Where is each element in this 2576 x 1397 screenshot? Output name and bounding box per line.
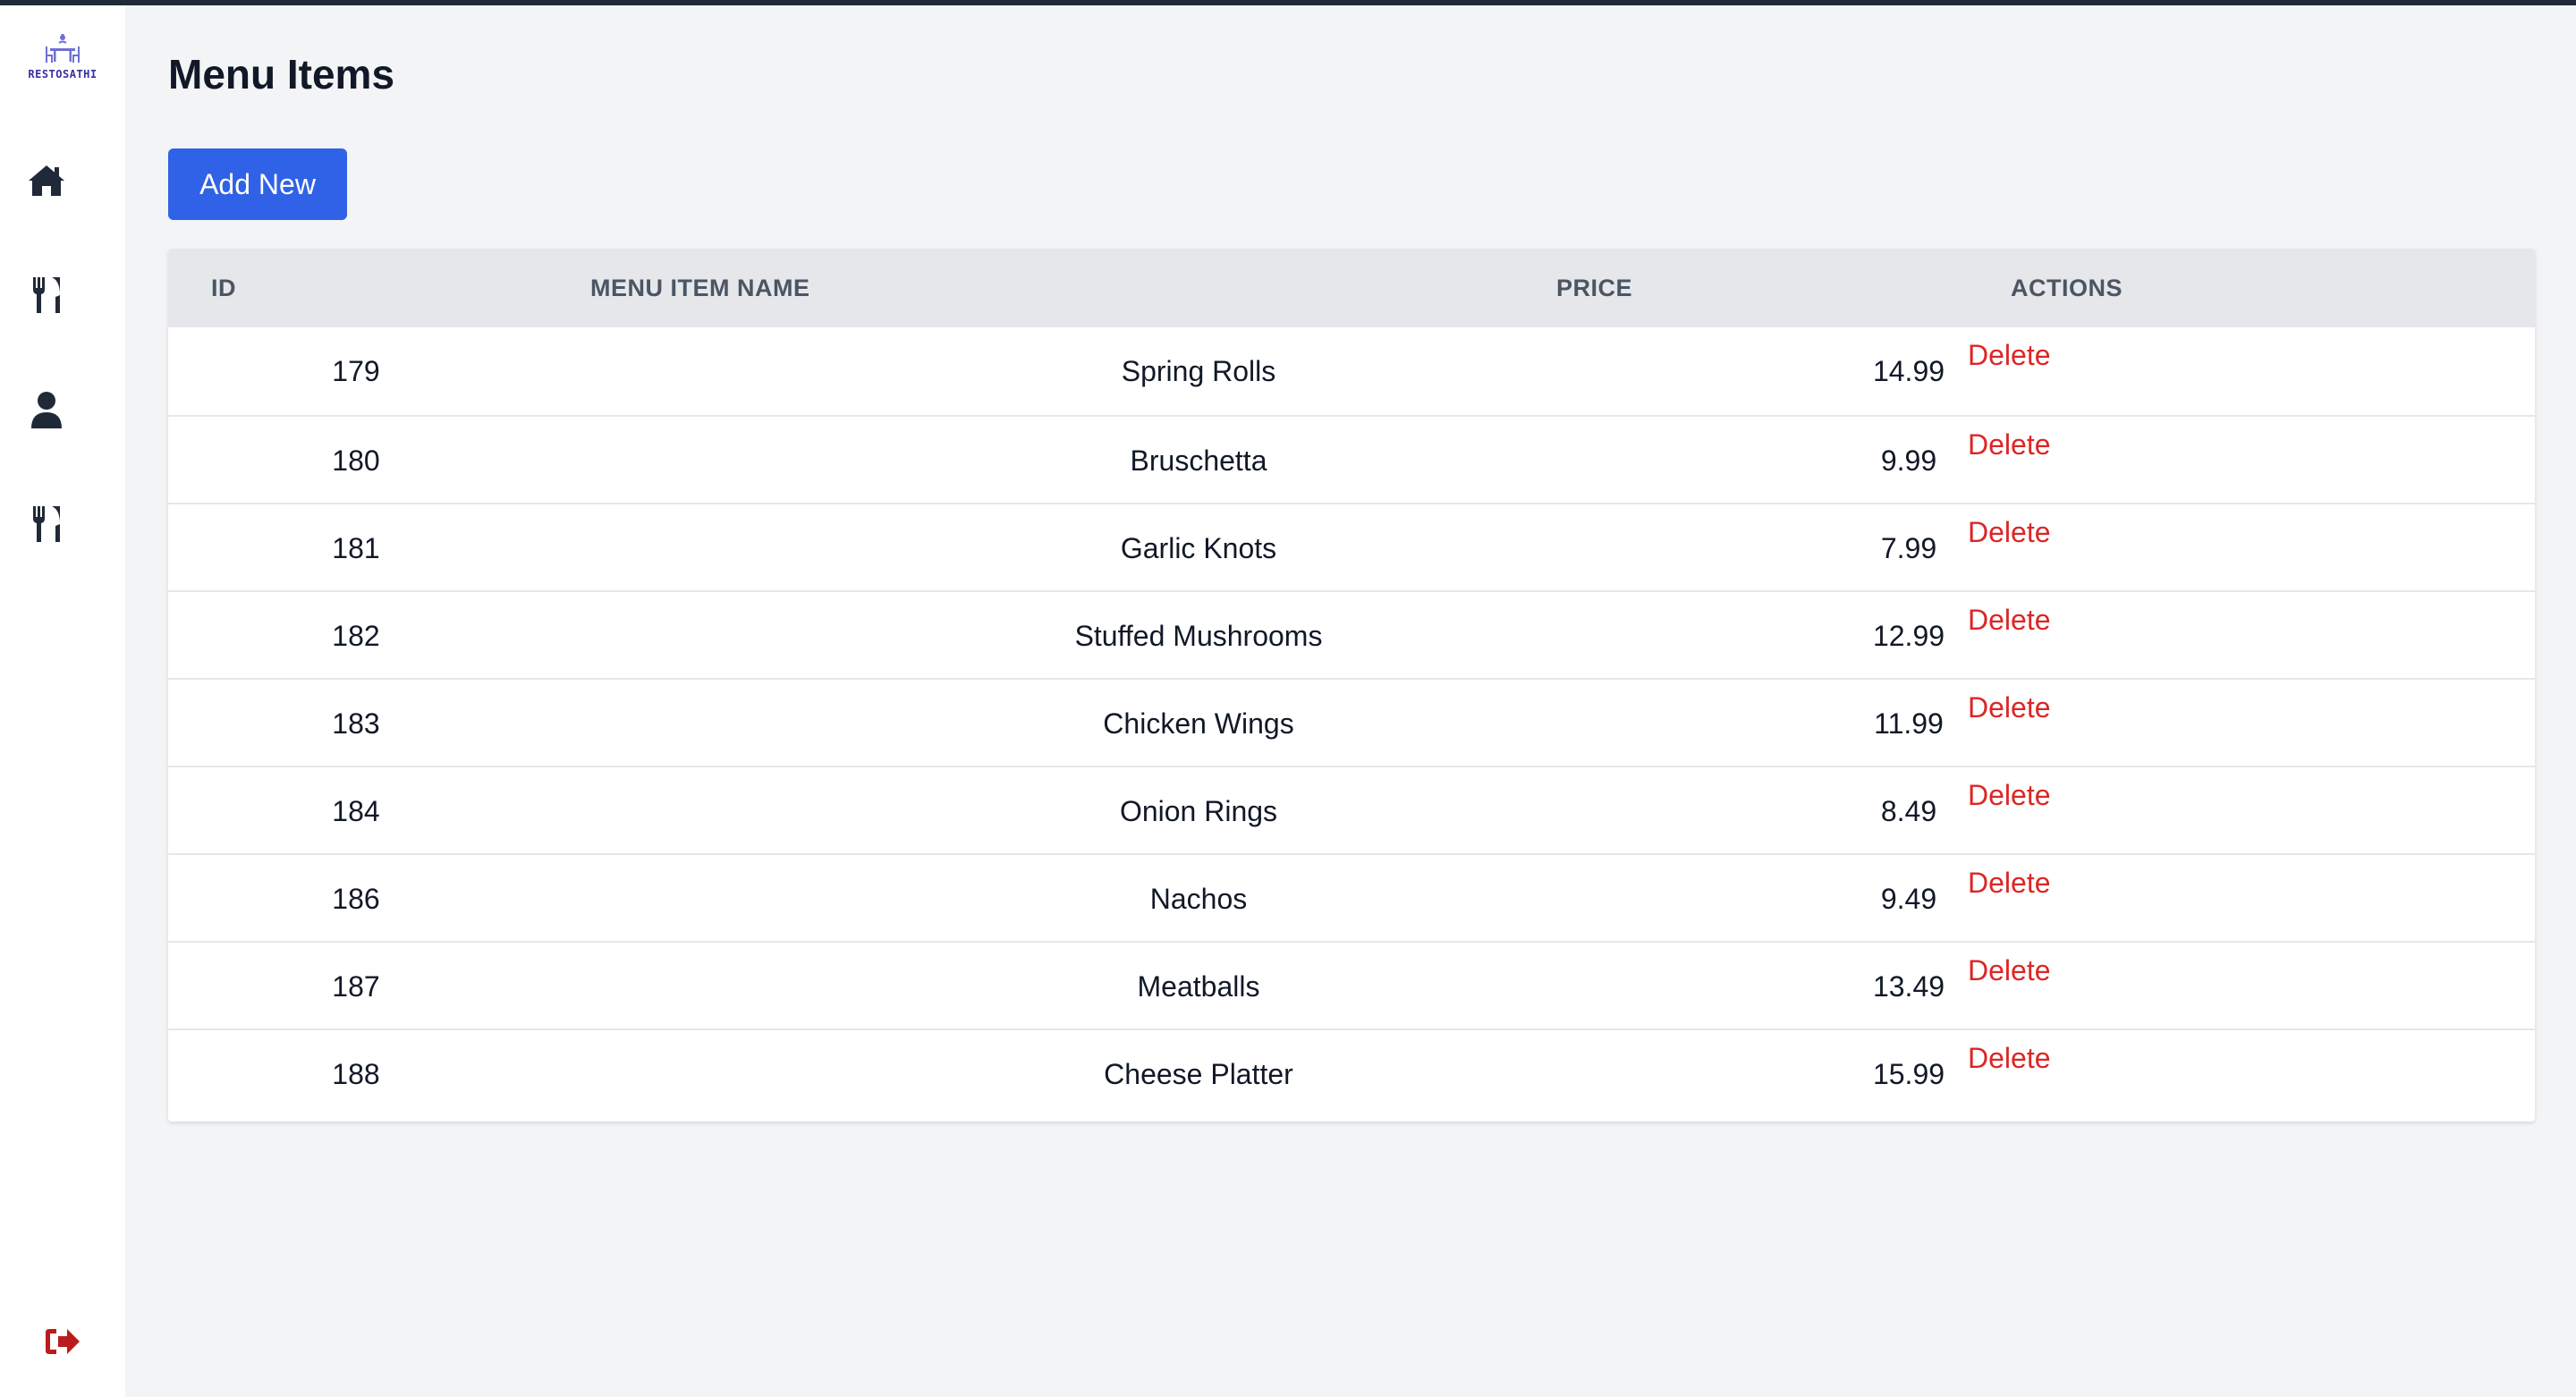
menu-items-table: ID MENU ITEM NAME PRICE ACTIONS 179 Spri… — [168, 249, 2535, 1122]
utensils-icon — [33, 277, 60, 313]
cell-name: Meatballs — [1137, 970, 1260, 1003]
table-row: 184 Onion Rings 8.49 Delete — [168, 766, 2535, 853]
cell-id: 179 — [332, 355, 380, 387]
header-actions: ACTIONS — [2011, 275, 2123, 301]
delete-link[interactable]: Delete — [1968, 860, 2051, 905]
cell-id: 180 — [332, 444, 380, 477]
cell-id: 186 — [332, 883, 380, 915]
table-row: 181 Garlic Knots 7.99 Delete — [168, 503, 2535, 590]
delete-link[interactable]: Delete — [1968, 685, 2051, 730]
sidebar-item-users[interactable] — [25, 388, 68, 431]
cell-name: Stuffed Mushrooms — [1074, 620, 1323, 652]
table-row: 188 Cheese Platter 15.99 Delete — [168, 1029, 2535, 1116]
page-title: Menu Items — [168, 51, 395, 97]
utensils-icon — [33, 506, 60, 542]
cell-id: 182 — [332, 620, 380, 652]
cell-id: 183 — [332, 707, 380, 740]
header-menu-item-name: MENU ITEM NAME — [590, 275, 810, 301]
header-id: ID — [211, 275, 236, 301]
cell-name: Spring Rolls — [1121, 355, 1276, 387]
delete-link[interactable]: Delete — [1968, 1036, 2051, 1080]
sidebar: RESTOSATHI — [0, 5, 125, 1397]
cell-name: Chicken Wings — [1103, 707, 1294, 740]
table-row: 179 Spring Rolls 14.99 Delete — [168, 327, 2535, 415]
cell-id: 188 — [332, 1058, 380, 1090]
cell-name: Bruschetta — [1130, 444, 1267, 477]
sidebar-item-menu[interactable] — [25, 274, 68, 317]
delete-link[interactable]: Delete — [1968, 422, 2051, 467]
restaurant-logo-icon — [46, 34, 80, 63]
table-row: 182 Stuffed Mushrooms 12.99 Delete — [168, 590, 2535, 678]
table-row: 180 Bruschetta 9.99 Delete — [168, 415, 2535, 503]
delete-link[interactable]: Delete — [1968, 773, 2051, 817]
cell-id: 181 — [332, 532, 380, 564]
delete-link[interactable]: Delete — [1968, 597, 2051, 642]
table-row: 187 Meatballs 13.49 Delete — [168, 941, 2535, 1029]
logo[interactable]: RESTOSATHI — [25, 30, 100, 102]
table-row: 186 Nachos 9.49 Delete — [168, 853, 2535, 941]
sidebar-item-home[interactable] — [25, 159, 68, 202]
cell-id: 184 — [332, 795, 380, 827]
delete-link[interactable]: Delete — [1968, 948, 2051, 993]
logout-icon — [46, 1329, 80, 1354]
cell-name: Onion Rings — [1119, 795, 1278, 827]
logout-button[interactable] — [41, 1320, 84, 1363]
logo-text: RESTOSATHI — [28, 68, 97, 80]
sidebar-item-menu-items[interactable] — [25, 503, 68, 546]
cell-name: Garlic Knots — [1120, 532, 1277, 564]
main-content: Menu Items Add New ID MENU ITEM NAME PRI… — [125, 5, 2576, 1397]
add-new-button[interactable]: Add New — [168, 148, 347, 220]
header-price: PRICE — [1556, 275, 1633, 301]
home-icon — [29, 165, 64, 196]
cell-name: Nachos — [1149, 883, 1248, 915]
table-row: 183 Chicken Wings 11.99 Delete — [168, 678, 2535, 766]
user-icon — [31, 392, 62, 428]
cell-id: 187 — [332, 970, 380, 1003]
delete-link[interactable]: Delete — [1968, 333, 2051, 377]
cell-name: Cheese Platter — [1104, 1058, 1293, 1090]
delete-link[interactable]: Delete — [1968, 510, 2051, 555]
table-header: ID MENU ITEM NAME PRICE ACTIONS — [168, 249, 2535, 327]
